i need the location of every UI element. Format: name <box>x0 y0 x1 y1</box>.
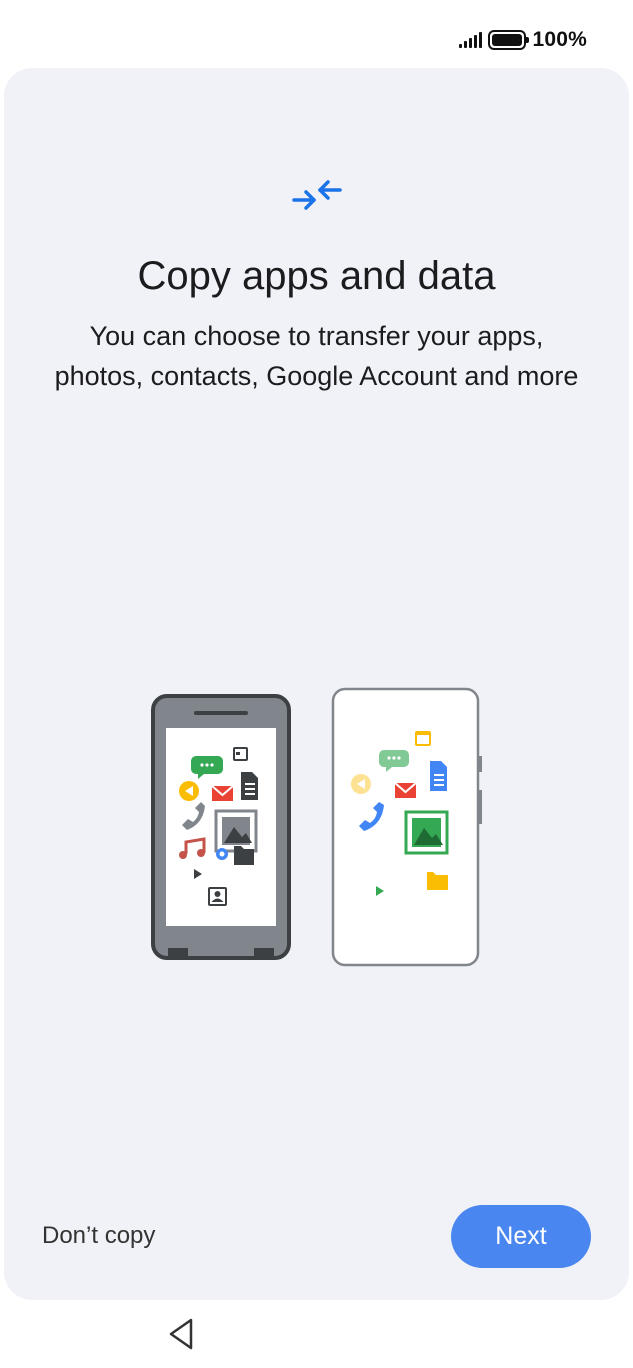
new-phone <box>331 687 482 967</box>
old-phone <box>151 694 291 960</box>
content-card <box>4 68 629 1300</box>
signal-bars-icon <box>459 32 483 48</box>
page-subtitle: You can choose to transfer your apps, ph… <box>54 321 579 391</box>
transfer-arrows-icon <box>292 180 342 210</box>
battery-icon <box>488 30 530 50</box>
dont-copy-button[interactable]: Don’t copy <box>42 1222 155 1250</box>
status-indicators: 100% <box>459 27 587 53</box>
status-bar: 100% <box>0 0 633 68</box>
next-button[interactable]: Next <box>451 1205 591 1268</box>
phones-transfer-illustration <box>151 687 482 967</box>
page-title: Copy apps and data <box>137 254 496 298</box>
battery-percentage: 100% <box>532 28 587 51</box>
back-triangle-icon[interactable] <box>166 1317 196 1351</box>
navigation-bar <box>0 1300 633 1368</box>
